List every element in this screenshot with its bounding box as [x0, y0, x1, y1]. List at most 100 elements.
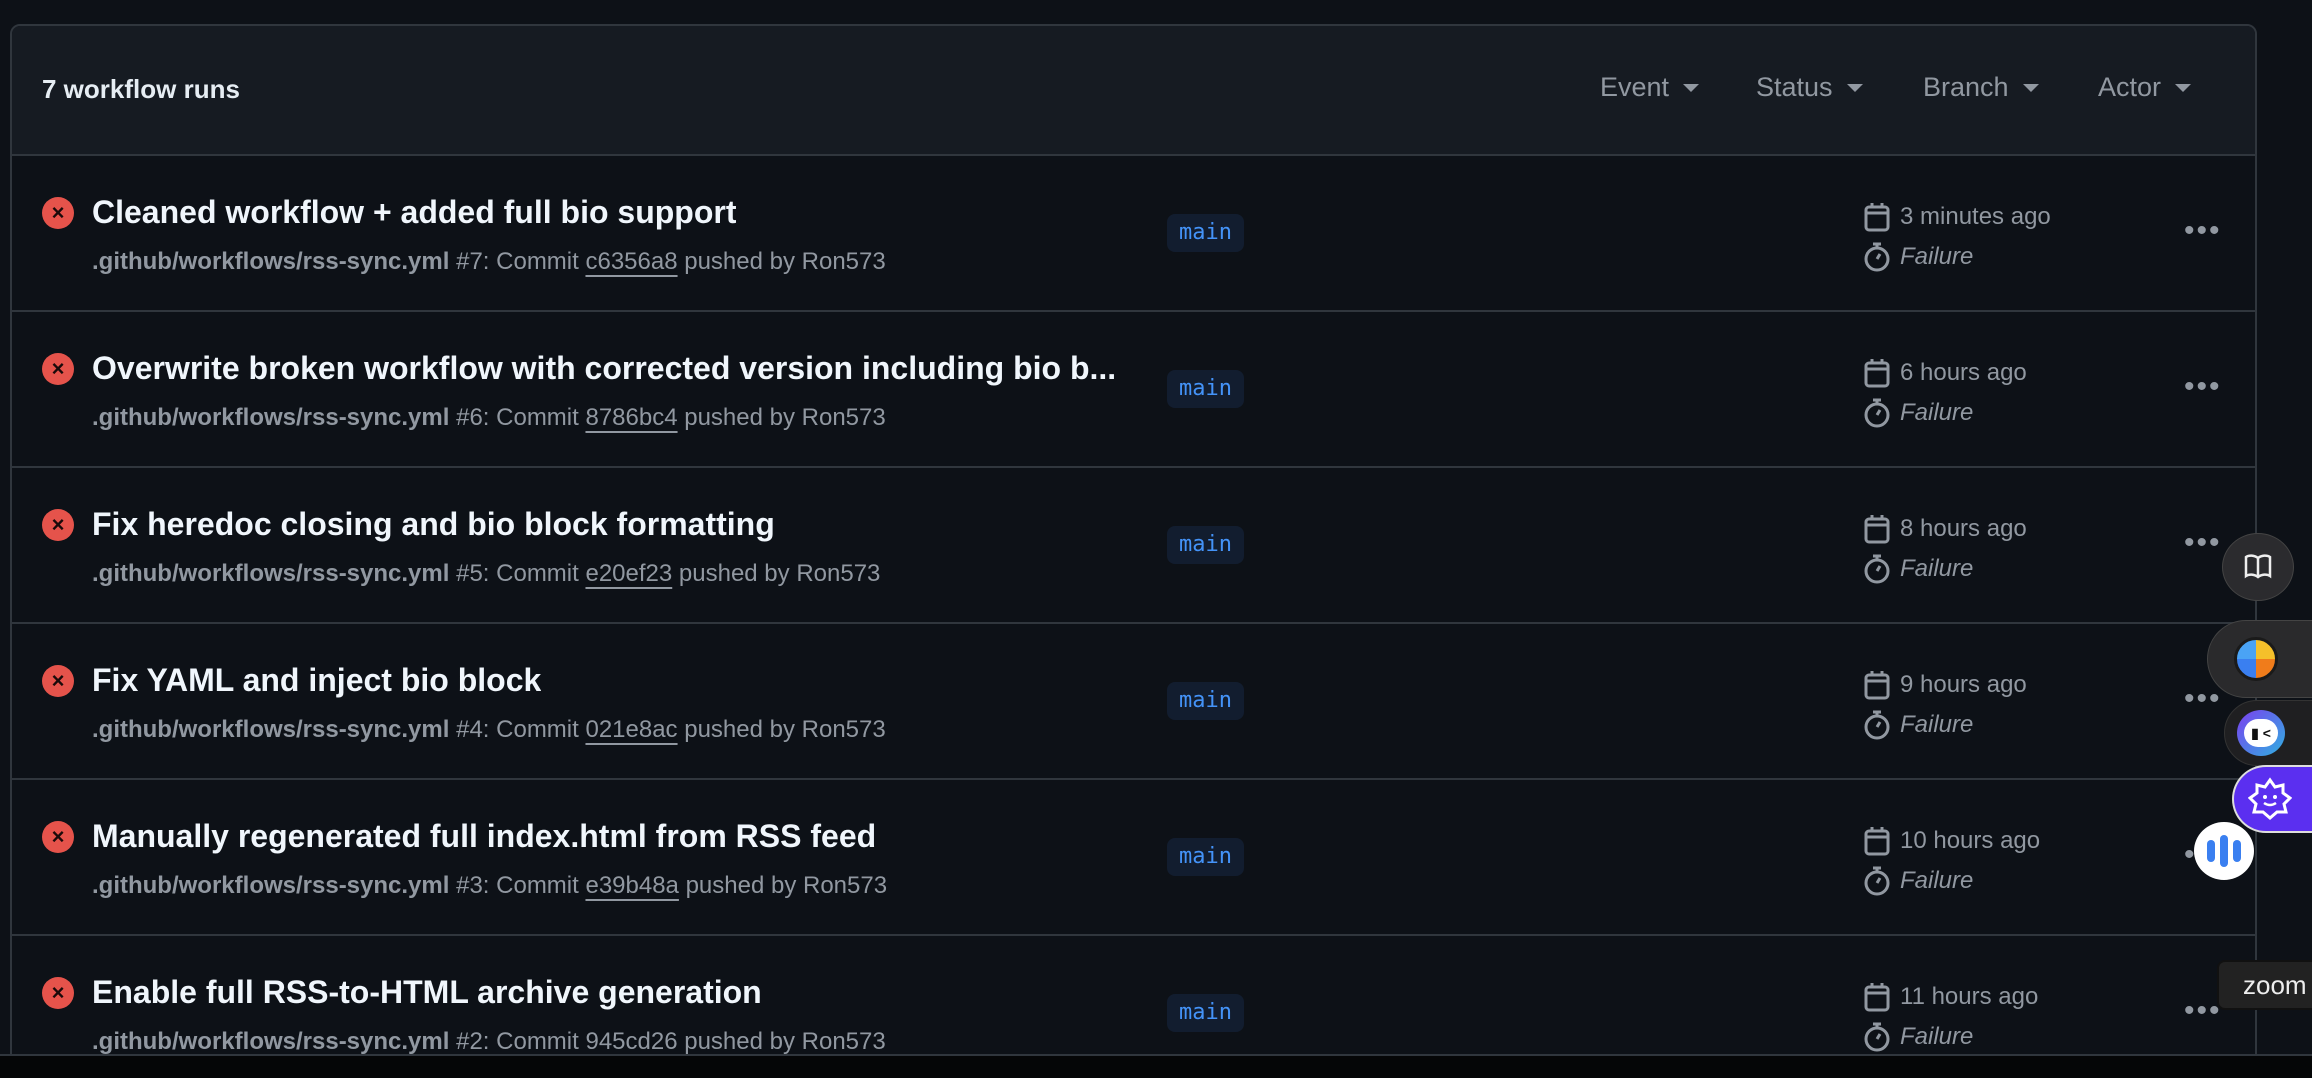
calendar-icon — [1864, 671, 1890, 700]
filter-label: Actor — [2098, 72, 2162, 102]
pushed-by: pushed by Ron573 — [678, 872, 888, 899]
status-text: Failure — [1900, 1023, 1974, 1050]
extension-pill-3[interactable] — [2232, 765, 2312, 833]
branch-badge[interactable]: main — [1167, 994, 1244, 1032]
status-text: Failure — [1900, 711, 1974, 738]
more-options-button[interactable]: ••• — [2184, 370, 2222, 404]
status-text: Failure — [1900, 243, 1974, 270]
failure-x-icon: × — [42, 821, 74, 853]
workflow-run-row[interactable]: × Manually regenerated full index.html f… — [12, 780, 2255, 936]
stopwatch-icon — [1864, 398, 1890, 428]
failure-x-icon: × — [42, 197, 74, 229]
more-options-button[interactable]: ••• — [2184, 214, 2222, 248]
pushed-by: pushed by Ron573 — [677, 716, 886, 743]
branch-badge[interactable]: main — [1167, 526, 1244, 564]
branch-badge[interactable]: main — [1167, 838, 1244, 876]
commit-link[interactable]: e20ef23 — [585, 560, 672, 587]
failure-x-icon: × — [42, 353, 74, 385]
stopwatch-icon — [1864, 554, 1890, 584]
commit-link[interactable]: 945cd26 — [585, 1028, 677, 1055]
tooltip-text: zoom — [2243, 969, 2307, 1000]
pushed-by: pushed by Ron573 — [677, 248, 886, 275]
more-options-button[interactable]: ••• — [2184, 526, 2222, 560]
caret-down-icon — [1683, 83, 1700, 92]
stopwatch-icon — [1864, 866, 1890, 896]
run-title-link[interactable]: Overwrite broken workflow with corrected… — [92, 350, 1116, 387]
branch-badge[interactable]: main — [1167, 682, 1244, 720]
run-title-link[interactable]: Manually regenerated full index.html fro… — [92, 818, 876, 855]
extension-pill-2[interactable]: ▮ < — [2224, 700, 2312, 766]
pushed-by: pushed by Ron573 — [672, 560, 881, 587]
commit-link[interactable]: 021e8ac — [585, 716, 677, 743]
failure-x-icon: × — [42, 977, 74, 1009]
book-icon — [2244, 554, 2272, 579]
extension-pill-1[interactable] — [2207, 620, 2312, 698]
workflow-run-row[interactable]: × Fix heredoc closing and bio block form… — [12, 468, 2255, 624]
workflow-run-row[interactable]: × Cleaned workflow + added full bio supp… — [12, 156, 2255, 312]
run-details: .github/workflows/rss-sync.yml #5: Commi… — [92, 560, 880, 588]
workflow-file: .github/workflows/rss-sync.yml — [92, 716, 450, 743]
zoom-tooltip: zoom — [2217, 960, 2312, 1010]
commit-prefix: : Commit — [482, 716, 586, 743]
audio-bars-icon — [2207, 840, 2215, 862]
run-status: Failure — [1864, 866, 1973, 896]
workflow-file: .github/workflows/rss-sync.yml — [92, 248, 450, 275]
filter-label: Branch — [1923, 72, 2009, 102]
reader-button[interactable] — [2222, 533, 2294, 601]
more-options-button[interactable]: ••• — [2184, 682, 2222, 716]
filter-label: Status — [1756, 72, 1833, 102]
workflow-file: .github/workflows/rss-sync.yml — [92, 872, 450, 899]
branch-badge[interactable]: main — [1167, 370, 1244, 408]
filter-label: Event — [1600, 72, 1670, 102]
workflow-run-row[interactable]: × Enable full RSS-to-HTML archive genera… — [12, 936, 2255, 1062]
stopwatch-icon — [1864, 242, 1890, 272]
branch-filter[interactable]: Branch — [1923, 72, 2039, 103]
run-time: 10 hours ago — [1864, 826, 2040, 856]
run-details: .github/workflows/rss-sync.yml #6: Commi… — [92, 404, 886, 432]
run-status: Failure — [1864, 1022, 1973, 1052]
failure-x-icon: × — [42, 665, 74, 697]
pushed-by: pushed by Ron573 — [677, 404, 886, 431]
branch-badge[interactable]: main — [1167, 214, 1244, 252]
workflow-file: .github/workflows/rss-sync.yml — [92, 404, 450, 431]
actor-filter[interactable]: Actor — [2098, 72, 2192, 103]
caret-down-icon — [1846, 83, 1863, 92]
run-details: .github/workflows/rss-sync.yml #3: Commi… — [92, 872, 887, 900]
status-filter[interactable]: Status — [1756, 72, 1863, 103]
colorful-flower-icon — [2234, 637, 2278, 681]
workflow-file: .github/workflows/rss-sync.yml — [92, 560, 450, 587]
commit-prefix: : Commit — [482, 872, 586, 899]
calendar-icon — [1864, 359, 1890, 388]
run-title-link[interactable]: Fix YAML and inject bio block — [92, 662, 541, 699]
commit-link[interactable]: 8786bc4 — [585, 404, 677, 431]
pushed-by: pushed by Ron573 — [677, 1028, 886, 1055]
caret-down-icon — [2022, 83, 2039, 92]
event-filter[interactable]: Event — [1600, 72, 1700, 103]
commit-prefix: : Commit — [482, 1028, 586, 1055]
status-text: Failure — [1900, 867, 1974, 894]
commit-link[interactable]: c6356a8 — [585, 248, 677, 275]
more-options-button[interactable]: ••• — [2184, 994, 2222, 1028]
run-time: 8 hours ago — [1864, 514, 2027, 544]
voice-widget-button[interactable] — [2194, 822, 2254, 880]
run-details: .github/workflows/rss-sync.yml #7: Commi… — [92, 248, 886, 276]
run-time: 3 minutes ago — [1864, 202, 2051, 232]
calendar-icon — [1864, 827, 1890, 856]
run-title-link[interactable]: Enable full RSS-to-HTML archive generati… — [92, 974, 762, 1011]
run-count: 7 workflow runs — [42, 74, 240, 104]
calendar-icon — [1864, 515, 1890, 544]
smiley-badge-icon — [2248, 777, 2292, 820]
stopwatch-icon — [1864, 710, 1890, 740]
calendar-icon — [1864, 983, 1890, 1012]
workflow-runs-panel: 7 workflow runs Event Status Branch Acto… — [10, 24, 2257, 1064]
bot-face-icon: ▮ < — [2237, 710, 2285, 756]
run-time: 11 hours ago — [1864, 982, 2038, 1012]
run-title-link[interactable]: Cleaned workflow + added full bio suppor… — [92, 194, 736, 231]
workflow-run-row[interactable]: × Overwrite broken workflow with correct… — [12, 312, 2255, 468]
run-number: #6 — [456, 404, 483, 431]
time-text: 8 hours ago — [1900, 515, 2027, 542]
run-time: 9 hours ago — [1864, 670, 2027, 700]
commit-link[interactable]: e39b48a — [585, 872, 678, 899]
run-title-link[interactable]: Fix heredoc closing and bio block format… — [92, 506, 775, 543]
workflow-run-row[interactable]: × Fix YAML and inject bio block .github/… — [12, 624, 2255, 780]
